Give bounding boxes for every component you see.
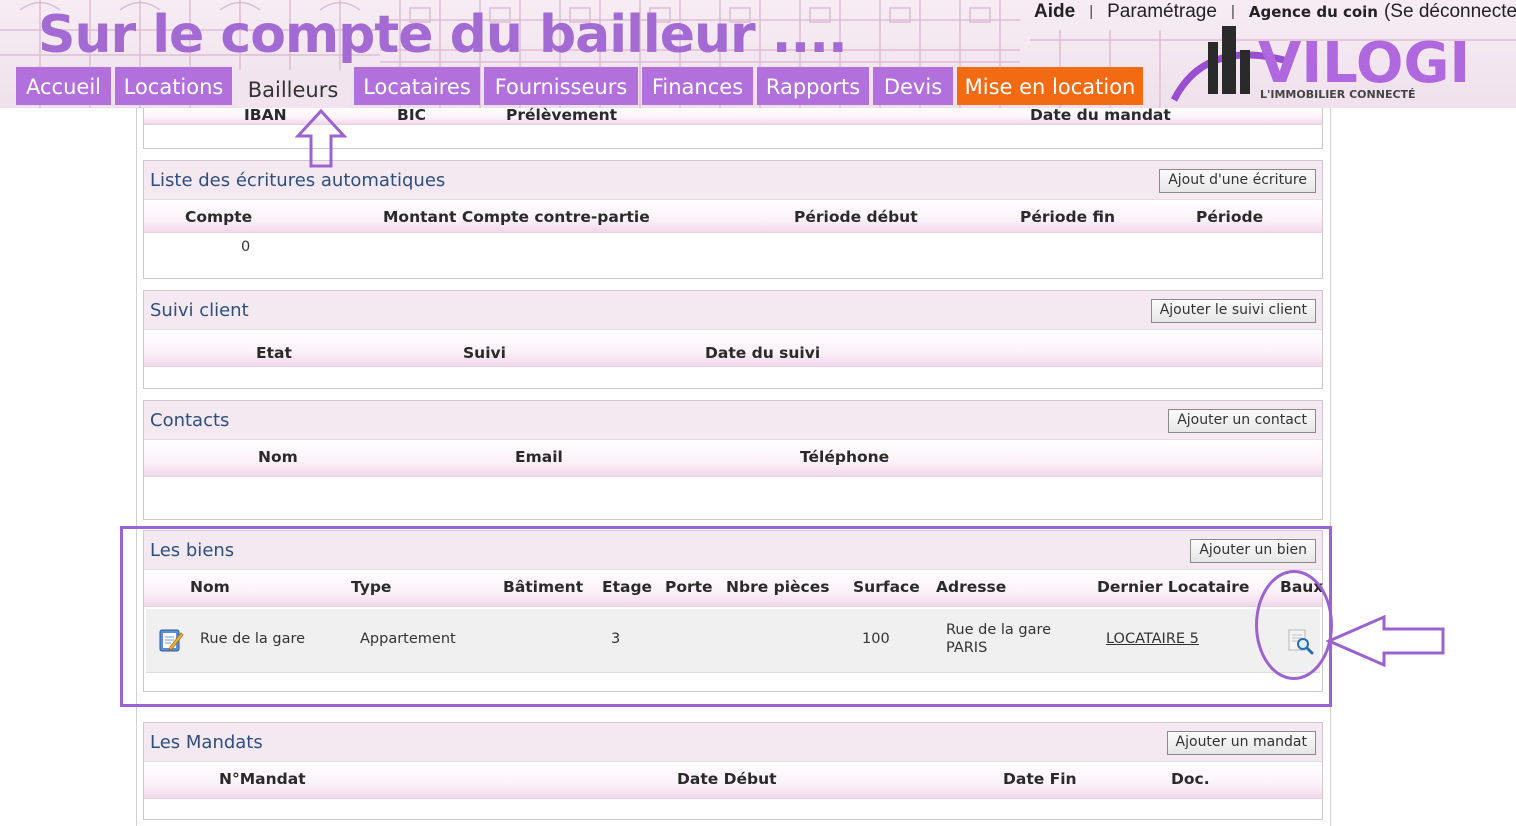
panel-header: Les Mandats Ajouter un mandat xyxy=(144,723,1322,762)
cell-adresse-line1: Rue de la gare xyxy=(946,622,1052,638)
panel-title: Les biens xyxy=(150,540,235,561)
panel-header: Les biens Ajouter un bien xyxy=(144,531,1322,570)
col-periode-debut: Période début xyxy=(794,208,918,226)
col-etat: Etat xyxy=(256,344,292,362)
col-bic: BIC xyxy=(397,106,426,124)
column-header-row: N°Mandat Date Début Date Fin Doc. xyxy=(144,762,1322,799)
tab-rapports[interactable]: Rapports xyxy=(757,67,869,105)
tab-locations[interactable]: Locations xyxy=(115,67,232,105)
panel-mandats: Les Mandats Ajouter un mandat N°Mandat D… xyxy=(143,722,1323,820)
tab-devis[interactable]: Devis xyxy=(873,67,953,105)
col-date-mandat: Date du mandat xyxy=(1030,106,1171,124)
panel-header: Liste des écritures automatiques Ajout d… xyxy=(144,161,1322,200)
panel-contacts: Contacts Ajouter un contact Nom Email Té… xyxy=(143,400,1323,520)
tab-accueil[interactable]: Accueil xyxy=(16,67,111,105)
col-numero-mandat: N°Mandat xyxy=(219,770,306,788)
annotation-title: Sur le compte du bailleur .... xyxy=(38,5,848,65)
table-row[interactable]: Rue de la gare Appartement 3 100 Rue de … xyxy=(146,609,1320,673)
column-header-row: Nom Type Bâtiment Etage Porte Nbre pièce… xyxy=(144,570,1324,607)
help-link[interactable]: Aide xyxy=(1034,0,1075,24)
col-nbre-pieces: Nbre pièces xyxy=(726,578,830,596)
col-nom: Nom xyxy=(258,448,298,466)
col-montant: Montant Compte contre-partie xyxy=(383,208,650,226)
panel-header: Contacts Ajouter un contact xyxy=(144,401,1322,440)
panel-title: Contacts xyxy=(150,410,230,431)
app-header: Sur le compte du bailleur .... Aide | Para… xyxy=(0,0,1516,108)
column-header-row: Compte Montant Compte contre-partie Péri… xyxy=(144,200,1322,233)
panel-header: Suivi client Ajouter le suivi client xyxy=(144,291,1322,330)
col-prelevement: Prélèvement xyxy=(506,106,618,124)
cell-compte: 0 xyxy=(241,239,251,255)
col-iban: IBAN xyxy=(244,106,287,124)
view-baux-icon[interactable] xyxy=(1286,627,1314,659)
add-contact-button[interactable]: Ajouter un contact xyxy=(1168,409,1316,433)
cell-adresse-line2: PARIS xyxy=(946,640,988,656)
cell-surface: 100 xyxy=(862,631,890,647)
tab-finances[interactable]: Finances xyxy=(642,67,753,105)
logout-link[interactable]: (Se déconnecter xyxy=(1384,0,1516,24)
panel-title: Suivi client xyxy=(150,300,249,321)
top-navigation: Aide | Paramétrage | Agence du coin (Se décon… xyxy=(1034,0,1516,24)
svg-text:L'IMMOBILIER CONNECTÉ: L'IMMOBILIER CONNECTÉ xyxy=(1260,88,1416,101)
vilogi-logo: VILOGI L'IMMOBILIER CONNECTÉ xyxy=(1170,26,1470,102)
cell-etage: 3 xyxy=(611,631,621,647)
col-adresse: Adresse xyxy=(936,578,1007,596)
col-suivi: Suivi xyxy=(463,344,506,362)
col-baux: Baux xyxy=(1280,578,1324,596)
col-porte: Porte xyxy=(665,578,713,596)
panel-biens: Les biens Ajouter un bien Nom Type Bâtim… xyxy=(143,530,1323,692)
cell-type: Appartement xyxy=(360,631,456,647)
col-dernier-locataire: Dernier Locataire xyxy=(1097,578,1250,596)
svg-text:VILOGI: VILOGI xyxy=(1258,31,1470,96)
column-header-row: Etat Suivi Date du suivi xyxy=(144,330,1322,367)
locataire-link[interactable]: LOCATAIRE 5 xyxy=(1106,631,1199,647)
col-telephone: Téléphone xyxy=(800,448,890,466)
add-mandat-button[interactable]: Ajouter un mandat xyxy=(1166,731,1316,755)
col-email: Email xyxy=(515,448,563,466)
panel-ecritures: Liste des écritures automatiques Ajout d… xyxy=(143,160,1323,279)
column-header-row: IBAN BIC Prélèvement Date du mandat xyxy=(144,106,1322,125)
separator: | xyxy=(1089,3,1094,20)
col-date-fin: Date Fin xyxy=(1003,770,1077,788)
panel-suivi-client: Suivi client Ajouter le suivi client Eta… xyxy=(143,290,1323,389)
settings-link[interactable]: Paramétrage xyxy=(1107,0,1217,24)
edit-icon[interactable] xyxy=(158,627,184,657)
col-date-debut: Date Début xyxy=(677,770,777,788)
col-doc: Doc. xyxy=(1171,770,1210,788)
panel-bank-info: IBAN BIC Prélèvement Date du mandat xyxy=(143,106,1323,149)
cell-nom: Rue de la gare xyxy=(200,631,306,647)
col-periode-fin: Période fin xyxy=(1020,208,1116,226)
table-row: 0 xyxy=(144,233,1322,263)
col-etage: Etage xyxy=(602,578,653,596)
add-suivi-button[interactable]: Ajouter le suivi client xyxy=(1150,299,1316,323)
add-ecriture-button[interactable]: Ajout d'une écriture xyxy=(1159,169,1316,193)
col-nom: Nom xyxy=(190,578,230,596)
add-bien-button[interactable]: Ajouter un bien xyxy=(1190,539,1316,563)
left-arrow-annotation-icon xyxy=(1326,614,1445,668)
col-date-suivi: Date du suivi xyxy=(705,344,821,362)
col-surface: Surface xyxy=(853,578,920,596)
agency-name: Agence du coin xyxy=(1248,3,1378,21)
separator: | xyxy=(1230,3,1235,20)
col-type: Type xyxy=(351,578,392,596)
column-header-row: Nom Email Téléphone xyxy=(144,440,1322,477)
panel-title: Liste des écritures automatiques xyxy=(150,170,446,191)
col-compte: Compte xyxy=(185,208,253,226)
col-batiment: Bâtiment xyxy=(503,578,584,596)
col-periode: Période xyxy=(1196,208,1264,226)
panel-title: Les Mandats xyxy=(150,732,263,753)
